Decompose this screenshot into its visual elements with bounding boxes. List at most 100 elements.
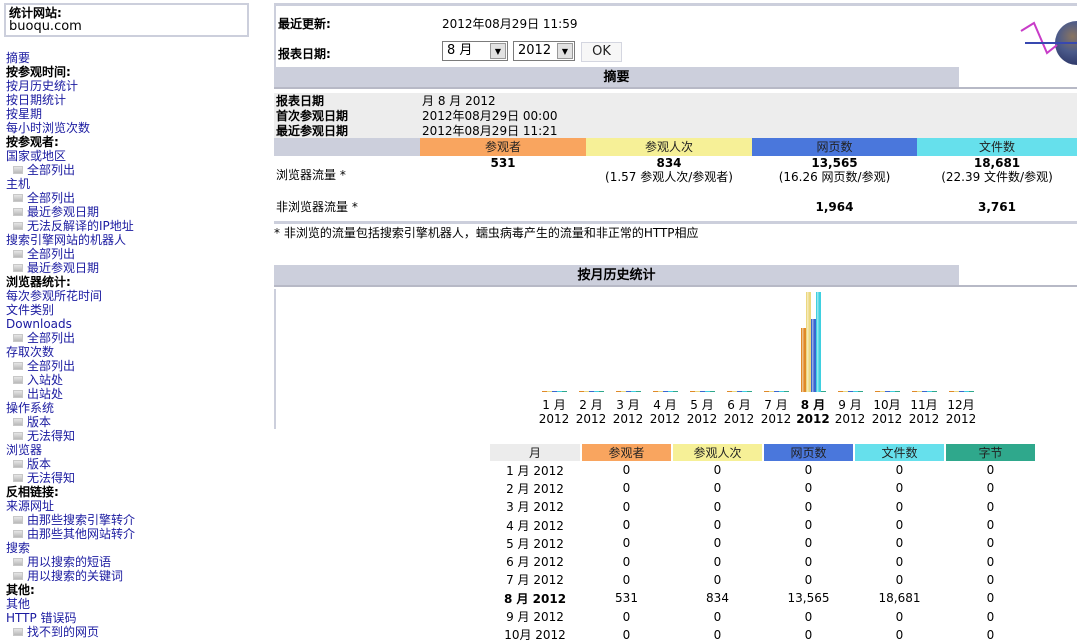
sidebar-item[interactable]: 全部列出 <box>6 359 256 373</box>
chevron-down-icon[interactable]: ▼ <box>557 43 573 59</box>
col-bytes: 字节 <box>946 444 1035 461</box>
sidebar-item[interactable]: 入站处 <box>6 373 256 387</box>
sidebar-item[interactable]: 最近参观日期 <box>6 261 256 275</box>
sidebar-item[interactable]: 全部列出 <box>6 163 256 177</box>
sidebar-item[interactable]: 按星期 <box>6 107 256 121</box>
sidebar-link[interactable]: 版本 <box>27 457 51 471</box>
sidebar-item[interactable]: 用以搜索的关键词 <box>6 569 256 583</box>
sidebar-link[interactable]: 全部列出 <box>27 247 75 261</box>
sidebar-item[interactable]: 无法得知 <box>6 471 256 485</box>
sidebar-link[interactable]: 出站处 <box>27 387 63 401</box>
sidebar-item[interactable]: 由那些搜索引擎转介 <box>6 513 256 527</box>
visits-cell: 0 <box>713 481 722 496</box>
sidebar-item[interactable]: 每小时浏览次数 <box>6 121 256 135</box>
sidebar-item[interactable]: 找不到的网页 <box>6 625 256 639</box>
sidebar-item[interactable]: 按日期统计 <box>6 93 256 107</box>
monthly-chart: 1 月 2012 2 月 2012 3 月 2012 4 月 2012 5 月 2012 6 月 20… <box>274 289 1077 429</box>
visits-cell: 0 <box>713 627 722 642</box>
sidebar-link[interactable]: 存取次数 <box>6 345 54 359</box>
non-browser-traffic-row: 非浏览器流量 * 1,964 3,761 <box>274 194 1077 222</box>
sidebar-link[interactable]: 找不到的网页 <box>27 625 99 639</box>
sidebar-item[interactable]: 全部列出 <box>6 247 256 261</box>
sidebar-item[interactable]: 文件类别 <box>6 303 256 317</box>
files-cell: 0 <box>895 481 904 496</box>
sidebar-link[interactable]: 文件类别 <box>6 303 54 317</box>
pages-cell: 0 <box>804 609 813 624</box>
sidebar-link[interactable]: 全部列出 <box>27 359 75 373</box>
sidebar-item[interactable]: 由那些其他网站转介 <box>6 527 256 541</box>
month-select[interactable]: 8 月 ▼ <box>442 41 508 61</box>
sidebar-item[interactable]: HTTP 错误码 <box>6 611 256 625</box>
sidebar-link[interactable]: Downloads <box>6 317 72 331</box>
sidebar-item[interactable]: 用以搜索的短语 <box>6 555 256 569</box>
sidebar-item[interactable]: 每次参观所花时间 <box>6 289 256 303</box>
sidebar-link[interactable]: 全部列出 <box>27 163 75 177</box>
sidebar-item[interactable]: 搜索引擎网站的机器人 <box>6 233 256 247</box>
bar-参观人次 <box>769 391 774 392</box>
sidebar-item[interactable]: 版本 <box>6 415 256 429</box>
sidebar-link[interactable]: 每次参观所花时间 <box>6 289 102 303</box>
sidebar-item[interactable]: 出站处 <box>6 387 256 401</box>
sidebar-link[interactable]: 全部列出 <box>27 191 75 205</box>
sidebar-link[interactable]: 按日期统计 <box>6 93 66 107</box>
sidebar-link[interactable]: 来源网址 <box>6 499 54 513</box>
sidebar-link[interactable]: 搜索引擎网站的机器人 <box>6 233 126 247</box>
sidebar-item[interactable]: 主机 <box>6 177 256 191</box>
sidebar-link[interactable]: 由那些其他网站转介 <box>27 527 135 541</box>
sidebar-item[interactable]: 搜索 <box>6 541 256 555</box>
sidebar-item[interactable]: 无法反解译的IP地址 <box>6 219 256 233</box>
sidebar-link[interactable]: 其他 <box>6 597 30 611</box>
files-cell: 0 <box>895 518 904 533</box>
visitors-cell: 0 <box>622 536 631 551</box>
summary-table: 报表日期 月 8 月 2012 首次参观日期 2012年08月29日 00:00… <box>274 93 1077 224</box>
visits-cell: 0 <box>713 499 722 514</box>
sidebar-link[interactable]: 主机 <box>6 177 30 191</box>
year-label: 2012 <box>723 412 755 426</box>
sidebar-item[interactable]: Downloads <box>6 317 256 331</box>
chevron-down-icon[interactable]: ▼ <box>490 43 506 59</box>
page-icon <box>13 628 23 636</box>
sidebar-link[interactable]: 无法得知 <box>27 471 75 485</box>
sidebar-item[interactable]: 最近参观日期 <box>6 205 256 219</box>
sidebar-link[interactable]: 按月历史统计 <box>6 79 78 93</box>
sidebar-link[interactable]: 用以搜索的关键词 <box>27 569 123 583</box>
sidebar-link[interactable]: 全部列出 <box>27 331 75 345</box>
sidebar-item[interactable]: 无法得知 <box>6 429 256 443</box>
files-cell: 18,681 <box>878 591 921 606</box>
ok-button[interactable]: OK <box>581 42 622 62</box>
summary-row-last-visit: 最近参观日期 2012年08月29日 11:21 <box>274 123 1077 138</box>
sidebar-item[interactable]: 浏览器 <box>6 443 256 457</box>
sidebar-link[interactable]: 国家或地区 <box>6 149 66 163</box>
sidebar-heading-label: 反相链接: <box>6 485 59 499</box>
sidebar-link[interactable]: 摘要 <box>6 51 30 65</box>
bar-参观人次 <box>658 391 663 392</box>
browser-traffic-label: 浏览器流量 * <box>276 168 346 182</box>
value: 13,565 <box>811 156 858 170</box>
sidebar-item[interactable]: 按月历史统计 <box>6 79 256 93</box>
sidebar-link[interactable]: 浏览器 <box>6 443 42 457</box>
sidebar-link[interactable]: HTTP 错误码 <box>6 611 77 625</box>
sidebar-item[interactable]: 操作系统 <box>6 401 256 415</box>
sidebar-link[interactable]: 无法得知 <box>27 429 75 443</box>
sidebar-link[interactable]: 操作系统 <box>6 401 54 415</box>
sidebar-item[interactable]: 来源网址 <box>6 499 256 513</box>
sidebar-item[interactable]: 国家或地区 <box>6 149 256 163</box>
sidebar-link[interactable]: 最近参观日期 <box>27 205 99 219</box>
sidebar-link[interactable]: 按星期 <box>6 107 42 121</box>
year-select[interactable]: 2012 ▼ <box>513 41 575 61</box>
sidebar-link[interactable]: 无法反解译的IP地址 <box>27 219 134 233</box>
sidebar-item[interactable]: 全部列出 <box>6 331 256 345</box>
sidebar-link[interactable]: 版本 <box>27 415 51 429</box>
sidebar-item[interactable]: 其他 <box>6 597 256 611</box>
sidebar-item[interactable]: 存取次数 <box>6 345 256 359</box>
sidebar-section-heading: 按参观时间: <box>6 65 256 79</box>
sidebar-item[interactable]: 全部列出 <box>6 191 256 205</box>
sidebar-item[interactable]: 版本 <box>6 457 256 471</box>
sidebar-item[interactable]: 摘要 <box>6 51 256 65</box>
sidebar-link[interactable]: 每小时浏览次数 <box>6 121 90 135</box>
sidebar-link[interactable]: 搜索 <box>6 541 30 555</box>
sidebar-link[interactable]: 用以搜索的短语 <box>27 555 111 569</box>
sidebar-link[interactable]: 入站处 <box>27 373 63 387</box>
sidebar-link[interactable]: 由那些搜索引擎转介 <box>27 513 135 527</box>
sidebar-link[interactable]: 最近参观日期 <box>27 261 99 275</box>
